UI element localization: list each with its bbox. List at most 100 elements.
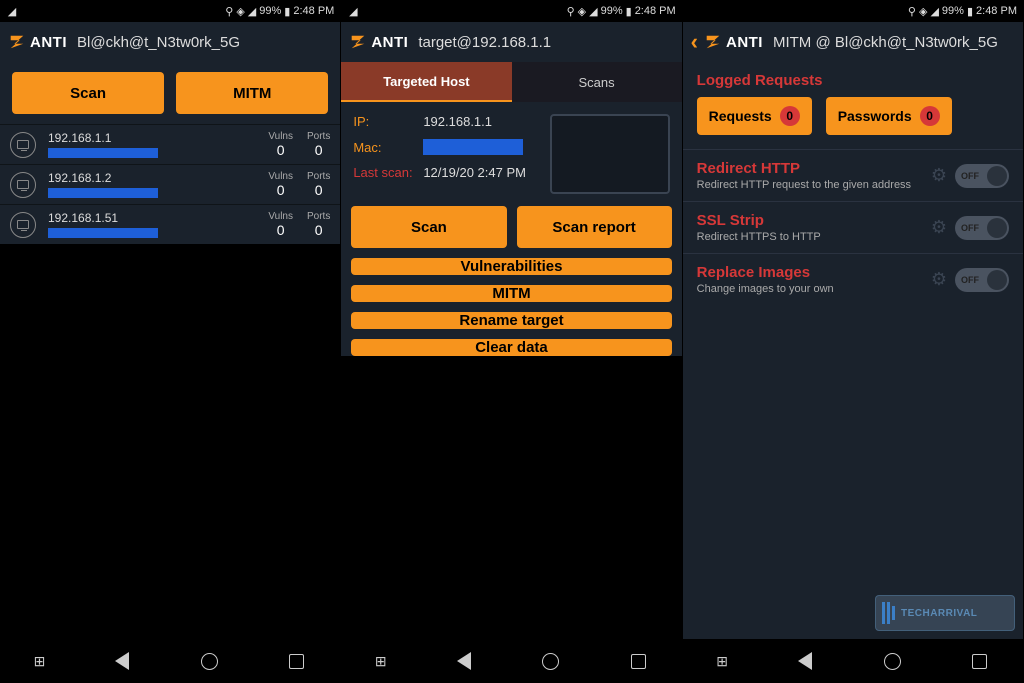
status-bar: ⚲ ◈ ◢ 99% ▮ 2:48 PM [683, 0, 1023, 22]
toggle-redirect-http: Redirect HTTP Redirect HTTP request to t… [683, 149, 1023, 201]
toggle-title: SSL Strip [697, 212, 931, 229]
battery-icon: ▮ [626, 5, 632, 18]
toggle-sub: Redirect HTTP request to the given addre… [697, 179, 931, 191]
toggle-replace-images: Replace Images Change images to your own… [683, 253, 1023, 305]
lastscan-label: Last scan: [353, 165, 423, 180]
device-icon [10, 132, 36, 158]
back-icon[interactable]: ‹ [691, 29, 698, 55]
logged-requests-title: Logged Requests [683, 62, 1023, 97]
nav-recent-icon[interactable] [628, 651, 648, 671]
toggle-ssl-strip: SSL Strip Redirect HTTPS to HTTP ⚙ OFF [683, 201, 1023, 253]
battery-icon: ▮ [967, 5, 973, 18]
clock: 2:48 PM [293, 5, 334, 17]
app-header: ANTI Bl@ckh@t_N3tw0rk_5G [0, 22, 340, 62]
device-progress [48, 148, 158, 158]
status-bar: ◢ ⚲ ◈ ◢ 99% ▮ 2:48 PM [0, 0, 340, 22]
wifi-icon: ◈ [919, 5, 927, 18]
ip-value: 192.168.1.1 [423, 114, 492, 129]
passwords-button[interactable]: Passwords 0 [826, 97, 952, 135]
nav-back-icon[interactable] [795, 651, 815, 671]
device-ip: 192.168.1.2 [48, 171, 268, 185]
device-icon [10, 172, 36, 198]
nav-menu-icon[interactable]: ⊞ [34, 653, 46, 670]
device-row[interactable]: 192.168.1.51 Vulns0 Ports0 [0, 204, 340, 244]
device-progress [48, 228, 158, 238]
passwords-count: 0 [920, 106, 940, 126]
gear-icon[interactable]: ⚙ [931, 165, 947, 186]
toggle-sub: Redirect HTTPS to HTTP [697, 231, 931, 243]
lastscan-value: 12/19/20 2:47 PM [423, 165, 526, 180]
nav-bar: ⊞ [0, 639, 340, 683]
mitm-title: MITM @ Bl@ckh@t_N3tw0rk_5G [773, 34, 1015, 51]
device-row[interactable]: 192.168.1.2 Vulns0 Ports0 [0, 164, 340, 204]
signal-icon: ◢ [930, 5, 938, 18]
requests-button[interactable]: Requests 0 [697, 97, 812, 135]
signal-icon: ◢ [248, 5, 256, 18]
zanti-logo-icon [349, 33, 367, 51]
requests-count: 0 [780, 106, 800, 126]
zanti-logo-icon [704, 33, 722, 51]
status-bar: ◢ ⚲ ◈ ◢ 99% ▮ 2:48 PM [341, 0, 681, 22]
toggle-title: Replace Images [697, 264, 931, 281]
vulns-label: Vulns [268, 131, 293, 142]
rename-target-button[interactable]: Rename target [351, 312, 671, 329]
gear-icon[interactable]: ⚙ [931, 269, 947, 290]
wifi-icon: ◈ [578, 5, 586, 18]
tab-targeted-host[interactable]: Targeted Host [341, 62, 511, 102]
battery-icon: ▮ [284, 5, 290, 18]
app-name: ANTI [30, 34, 67, 51]
vulnerabilities-button[interactable]: Vulnerabilities [351, 258, 671, 275]
bluetooth-icon: ⚲ [225, 5, 233, 18]
nav-recent-icon[interactable] [969, 651, 989, 671]
bluetooth-icon: ⚲ [567, 5, 575, 18]
battery-percent: 99% [259, 5, 281, 17]
passwords-label: Passwords [838, 108, 912, 124]
panel-network: ◢ ⚲ ◈ ◢ 99% ▮ 2:48 PM ANTI Bl@ckh@t_N3tw… [0, 0, 341, 683]
ip-label: IP: [353, 114, 423, 129]
device-preview [550, 114, 670, 194]
target-title: target@192.168.1.1 [418, 34, 673, 51]
toggle-sub: Change images to your own [697, 283, 931, 295]
wifi-icon: ◈ [236, 5, 244, 18]
toggle-switch[interactable]: OFF [955, 216, 1009, 240]
app-name: ANTI [371, 34, 408, 51]
scan-button[interactable]: Scan [351, 206, 506, 248]
watermark: TECHARRIVAL [875, 595, 1015, 631]
ports-value: 0 [315, 142, 323, 158]
nav-back-icon[interactable] [112, 651, 132, 671]
device-ip: 192.168.1.1 [48, 131, 268, 145]
nav-bar: ⊞ [683, 639, 1023, 683]
nav-home-icon[interactable] [882, 651, 902, 671]
mitm-button[interactable]: MITM [351, 285, 671, 302]
toggle-switch[interactable]: OFF [955, 268, 1009, 292]
app-header: ANTI target@192.168.1.1 [341, 22, 681, 62]
scan-button[interactable]: Scan [12, 72, 164, 114]
nav-recent-icon[interactable] [287, 651, 307, 671]
device-row[interactable]: 192.168.1.1 Vulns0 Ports0 [0, 124, 340, 164]
toggle-switch[interactable]: OFF [955, 164, 1009, 188]
notification-icon: ◢ [6, 5, 18, 17]
app-header: ‹ ANTI MITM @ Bl@ckh@t_N3tw0rk_5G [683, 22, 1023, 62]
tab-scans[interactable]: Scans [512, 62, 682, 102]
nav-back-icon[interactable] [454, 651, 474, 671]
device-progress [48, 188, 158, 198]
panel-mitm: ⚲ ◈ ◢ 99% ▮ 2:48 PM ‹ ANTI MITM @ Bl@ckh… [683, 0, 1024, 683]
mac-value-redacted [423, 139, 523, 155]
signal-icon: ◢ [589, 5, 597, 18]
app-name: ANTI [726, 34, 763, 51]
ports-label: Ports [307, 131, 330, 142]
clear-data-button[interactable]: Clear data [351, 339, 671, 356]
nav-home-icon[interactable] [541, 651, 561, 671]
vulns-value: 0 [277, 142, 285, 158]
nav-menu-icon[interactable]: ⊞ [716, 653, 728, 670]
notification-icon: ◢ [347, 5, 359, 17]
bluetooth-icon: ⚲ [908, 5, 916, 18]
nav-menu-icon[interactable]: ⊞ [375, 653, 387, 670]
scan-report-button[interactable]: Scan report [517, 206, 672, 248]
panel-target: ◢ ⚲ ◈ ◢ 99% ▮ 2:48 PM ANTI target@192.16… [341, 0, 682, 683]
mitm-button[interactable]: MITM [176, 72, 328, 114]
gear-icon[interactable]: ⚙ [931, 217, 947, 238]
device-icon [10, 212, 36, 238]
mac-label: Mac: [353, 140, 423, 155]
nav-home-icon[interactable] [200, 651, 220, 671]
